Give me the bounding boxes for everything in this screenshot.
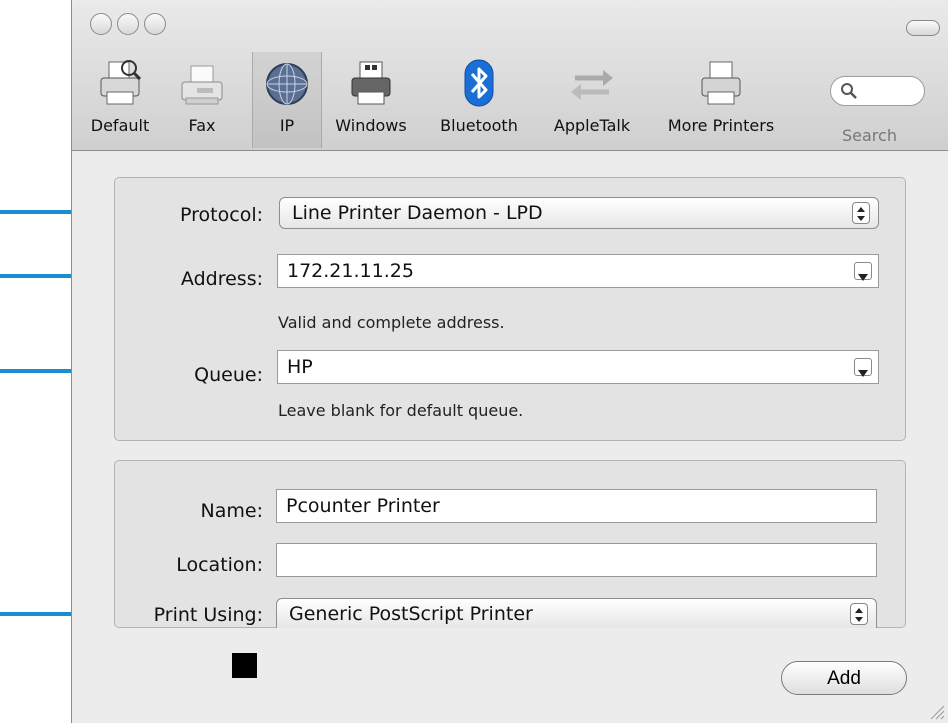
queue-value: HP <box>287 356 313 378</box>
updown-arrows-icon <box>852 202 870 224</box>
address-combobox[interactable]: 172.21.11.25 <box>277 254 879 288</box>
print-using-value: Generic PostScript Printer <box>289 603 533 625</box>
location-field[interactable] <box>276 543 877 577</box>
toolbar-label-bluetooth: Bluetooth <box>440 116 518 135</box>
queue-hint: Leave blank for default queue. <box>278 401 524 420</box>
toolbar-label-windows: Windows <box>335 116 407 135</box>
windows-printer-icon <box>351 61 391 105</box>
toolbar-item-default[interactable]: Default <box>86 58 154 135</box>
default-printer-icon <box>100 60 142 105</box>
title-bar-toolbar: Default Fax IP Windows Bluetooth AppleTa… <box>72 0 948 151</box>
ip-globe-icon <box>266 63 308 105</box>
toolbar-item-fax[interactable]: Fax <box>176 58 228 135</box>
black-square-marker <box>232 653 257 678</box>
more-printers-icon <box>701 61 741 105</box>
chevron-down-icon[interactable] <box>854 358 872 377</box>
search-icon <box>841 83 857 99</box>
toolbar-label-default: Default <box>90 116 150 135</box>
print-using-label: Print Using: <box>153 604 263 626</box>
queue-combobox[interactable]: HP <box>277 350 879 384</box>
toolbar-item-more-printers[interactable]: More Printers <box>656 58 786 135</box>
search-label: Search <box>842 126 897 145</box>
close-button[interactable] <box>90 13 112 35</box>
location-label: Location: <box>176 554 263 576</box>
print-using-popup[interactable]: Generic PostScript Printer <box>276 598 877 628</box>
add-button[interactable]: Add <box>781 661 907 695</box>
updown-arrows-icon <box>850 603 868 625</box>
toolbar-label-more-printers: More Printers <box>667 116 775 135</box>
toolbar-item-windows[interactable]: Windows <box>330 58 412 135</box>
name-label: Name: <box>200 500 263 522</box>
protocol-value: Line Printer Daemon - LPD <box>292 202 543 224</box>
appletalk-arrows-icon <box>571 70 613 100</box>
toolbar-item-ip[interactable]: IP <box>252 52 322 148</box>
name-value: Pcounter Printer <box>286 495 440 517</box>
search-field[interactable] <box>830 76 925 106</box>
toolbar-item-appletalk[interactable]: AppleTalk <box>542 58 642 135</box>
toolbar-item-bluetooth[interactable]: Bluetooth <box>432 58 526 135</box>
bluetooth-icon <box>464 59 494 107</box>
fax-icon <box>181 65 223 105</box>
protocol-popup[interactable]: Line Printer Daemon - LPD <box>279 197 879 229</box>
toolbar-toggle-button[interactable] <box>906 20 940 36</box>
name-field[interactable]: Pcounter Printer <box>276 489 877 523</box>
address-hint: Valid and complete address. <box>278 313 505 332</box>
toolbar-label-fax: Fax <box>188 116 216 135</box>
add-printer-window: Default Fax IP Windows Bluetooth AppleTa… <box>71 0 948 723</box>
resize-grip-icon[interactable] <box>927 702 945 720</box>
minimize-button[interactable] <box>117 13 139 35</box>
zoom-button[interactable] <box>144 13 166 35</box>
queue-label: Queue: <box>194 364 263 386</box>
protocol-label: Protocol: <box>180 204 263 226</box>
toolbar-label-appletalk: AppleTalk <box>553 116 631 135</box>
address-value: 172.21.11.25 <box>287 260 414 282</box>
chevron-down-icon[interactable] <box>854 262 872 281</box>
address-label: Address: <box>180 268 263 290</box>
toolbar-label-ip: IP <box>279 116 295 135</box>
